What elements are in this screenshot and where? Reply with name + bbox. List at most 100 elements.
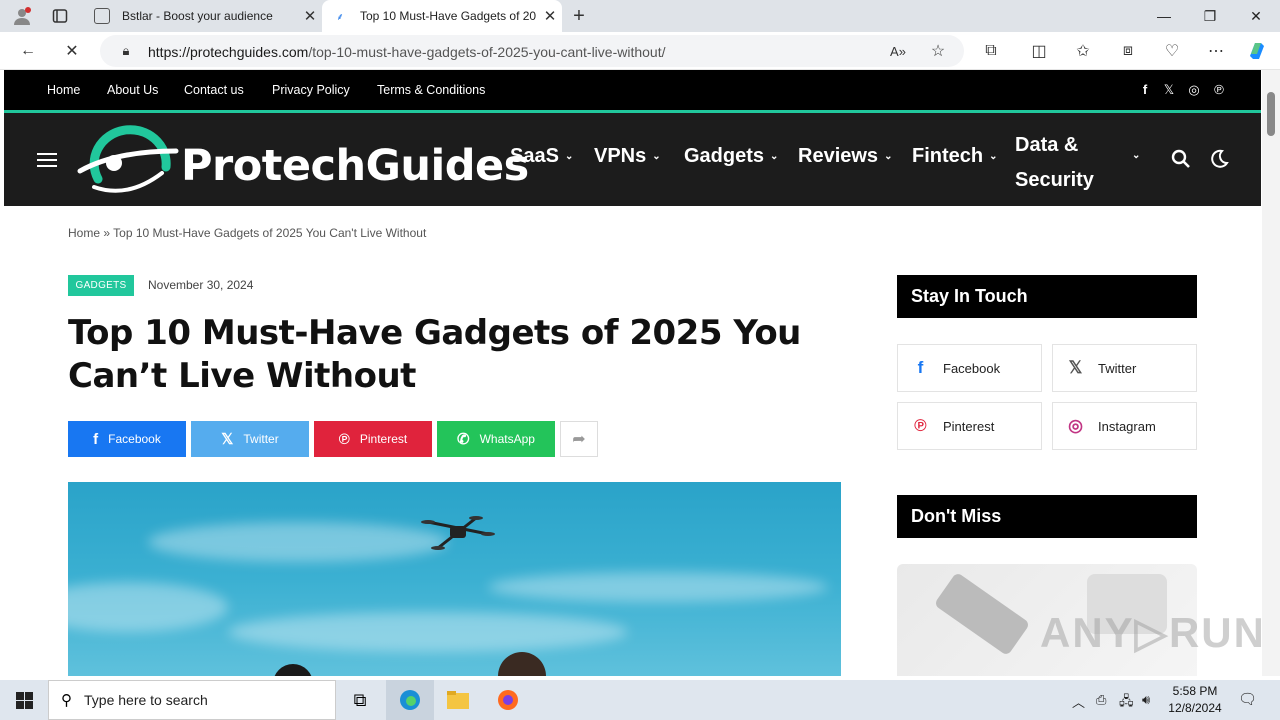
- search-icon[interactable]: [1168, 146, 1194, 172]
- follow-pinterest-button[interactable]: ℗ Pinterest: [897, 402, 1042, 450]
- task-view-icon[interactable]: ⧉: [336, 680, 384, 720]
- web-page: Home About Us Contact us Privacy Policy …: [4, 70, 1261, 676]
- close-window-icon[interactable]: ✕: [1233, 0, 1279, 32]
- pinterest-icon: ℗: [914, 416, 927, 435]
- follow-instagram-button[interactable]: ◎ Instagram: [1052, 402, 1197, 450]
- tab-actions-icon[interactable]: [50, 6, 70, 26]
- page-scrollbar[interactable]: [1262, 70, 1280, 676]
- follow-twitter-button[interactable]: 𝕏 Twitter: [1052, 344, 1197, 392]
- chat-icon: [94, 8, 110, 24]
- facebook-icon: f: [93, 430, 99, 448]
- share-facebook-button[interactable]: f Facebook: [68, 421, 186, 457]
- notifications-icon[interactable]: 🗨︎: [1238, 690, 1257, 708]
- topbar-about-link[interactable]: About Us: [107, 83, 158, 97]
- system-clock[interactable]: 5:58 PM 12/8/2024: [1162, 683, 1228, 717]
- dark-mode-moon-icon[interactable]: [1206, 146, 1232, 172]
- top-bar: Home About Us Contact us Privacy Policy …: [4, 70, 1261, 110]
- network-icon[interactable]: 🖧︎: [1119, 692, 1134, 714]
- lock-icon[interactable]: 🔒︎: [114, 40, 138, 62]
- topbar-terms-link[interactable]: Terms & Conditions: [377, 83, 485, 97]
- x-twitter-icon[interactable]: 𝕏: [1162, 82, 1176, 98]
- chevron-down-icon: ⌄: [770, 151, 779, 163]
- favorites-icon[interactable]: ✩: [1071, 40, 1095, 62]
- firefox-icon[interactable]: [484, 680, 532, 720]
- tab-protechguides[interactable]: ⸙ Top 10 Must-Have Gadgets of 20 ✕: [322, 0, 562, 32]
- file-explorer-icon[interactable]: [434, 680, 482, 720]
- x-twitter-icon: 𝕏: [221, 431, 234, 448]
- read-aloud-icon[interactable]: A»: [886, 40, 910, 62]
- address-bar-row: ← ✕ 🔒︎ https://protechguides.com/top-10-…: [0, 32, 1280, 70]
- favorite-star-icon[interactable]: ☆: [926, 40, 950, 62]
- tab-title: Top 10 Must-Have Gadgets of 20: [360, 9, 537, 23]
- chevron-down-icon: ⌄: [564, 151, 574, 163]
- device-icon[interactable]: ⎙: [1096, 692, 1106, 708]
- collections-icon[interactable]: ⧈: [1116, 40, 1140, 62]
- breadcrumb-home-link[interactable]: Home: [68, 226, 100, 240]
- pinterest-icon[interactable]: ℗: [1212, 82, 1226, 97]
- nav-reviews[interactable]: Reviews ⌄: [798, 145, 892, 168]
- site-logo[interactable]: ProtechGuides: [76, 121, 529, 201]
- volume-icon[interactable]: 🔊︎: [1142, 692, 1150, 708]
- restore-icon[interactable]: ❐: [1187, 0, 1233, 32]
- tab-strip: Bstlar - Boost your audience ✕ ⸙ Top 10 …: [0, 0, 1280, 32]
- back-icon[interactable]: ←: [16, 40, 40, 62]
- taskbar: ⚲ Type here to search ⧉ ︿ ⎙ 🖧︎ 🔊︎ 5:58 P…: [0, 680, 1280, 720]
- windows-start-icon[interactable]: [0, 680, 48, 720]
- follow-facebook-button[interactable]: f Facebook: [897, 344, 1042, 392]
- nav-vpns[interactable]: VPNs ⌄: [594, 145, 661, 168]
- breadcrumb: Home » Top 10 Must-Have Gadgets of 2025 …: [68, 226, 427, 240]
- search-icon: ⚲: [61, 692, 72, 709]
- new-tab-icon[interactable]: +: [569, 5, 589, 27]
- url-text[interactable]: https://protechguides.com/top-10-must-ha…: [148, 44, 665, 60]
- show-hidden-icons-icon[interactable]: ︿: [1072, 692, 1085, 711]
- topbar-contact-link[interactable]: Contact us: [184, 83, 244, 97]
- close-tab-icon[interactable]: ✕: [538, 7, 562, 25]
- category-badge[interactable]: GADGETS: [68, 275, 134, 296]
- taskbar-search-placeholder: Type here to search: [84, 692, 208, 708]
- article-title: Top 10 Must-Have Gadgets of 2025 You Can…: [68, 313, 801, 396]
- drone-icon: [421, 516, 495, 550]
- logo-text: ProtechGuides: [181, 141, 529, 191]
- extensions-icon[interactable]: ⧉: [979, 40, 1003, 62]
- address-bar[interactable]: 🔒︎ https://protechguides.com/top-10-must…: [100, 35, 964, 67]
- scrollbar-thumb[interactable]: [1267, 92, 1275, 136]
- site-favicon-icon: ⸙: [336, 12, 344, 23]
- profile-icon[interactable]: [12, 6, 32, 26]
- more-share-icon[interactable]: ➦: [560, 421, 598, 457]
- facebook-icon: f: [917, 358, 924, 377]
- browser-essentials-icon[interactable]: ♡: [1160, 40, 1184, 62]
- post-date: November 30, 2024: [148, 278, 254, 292]
- chevron-down-icon: ⌄: [989, 151, 998, 163]
- minimize-icon[interactable]: —: [1141, 0, 1187, 32]
- chevron-down-icon[interactable]: ⌄: [1132, 150, 1140, 161]
- chevron-down-icon: ⌄: [652, 151, 661, 163]
- whatsapp-icon: ✆: [457, 431, 470, 448]
- hamburger-menu-icon[interactable]: [37, 153, 57, 167]
- nav-saas[interactable]: SaaS ⌄: [510, 145, 573, 168]
- copilot-icon[interactable]: [1245, 40, 1269, 62]
- nav-fintech[interactable]: Fintech ⌄: [912, 145, 998, 168]
- nav-gadgets[interactable]: Gadgets ⌄: [684, 145, 778, 168]
- x-twitter-icon: 𝕏: [1068, 358, 1083, 377]
- tab-bstlar[interactable]: Bstlar - Boost your audience ✕: [84, 0, 322, 32]
- share-whatsapp-button[interactable]: ✆ WhatsApp: [437, 421, 555, 457]
- chevron-down-icon: ⌄: [884, 151, 893, 163]
- hero-image: [68, 482, 841, 676]
- stop-loading-icon[interactable]: ✕: [60, 40, 84, 62]
- more-menu-icon[interactable]: ⋯: [1204, 40, 1228, 62]
- topbar-privacy-link[interactable]: Privacy Policy: [272, 83, 350, 97]
- share-pinterest-button[interactable]: ℗ Pinterest: [314, 421, 432, 457]
- instagram-icon[interactable]: ◎: [1187, 82, 1201, 98]
- breadcrumb-current: Top 10 Must-Have Gadgets of 2025 You Can…: [113, 226, 427, 240]
- share-twitter-button[interactable]: 𝕏 Twitter: [191, 421, 309, 457]
- topbar-home-link[interactable]: Home: [47, 83, 80, 97]
- split-screen-icon[interactable]: ◫: [1027, 40, 1051, 62]
- logo-orbit-icon: [77, 125, 179, 193]
- facebook-icon[interactable]: f: [1138, 82, 1152, 97]
- nav-data-security[interactable]: Data & Security: [1015, 128, 1094, 198]
- tab-title: Bstlar - Boost your audience: [122, 9, 273, 23]
- pinterest-icon: ℗: [338, 430, 350, 448]
- edge-browser-icon[interactable]: [386, 680, 434, 720]
- taskbar-search[interactable]: ⚲ Type here to search: [48, 680, 336, 720]
- close-tab-icon[interactable]: ✕: [298, 7, 322, 25]
